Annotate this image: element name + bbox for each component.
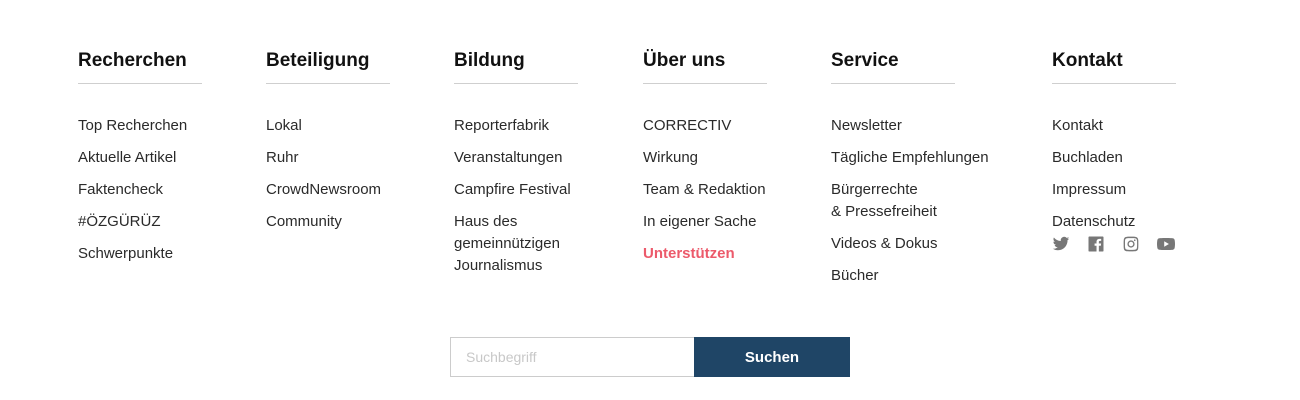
footer-column-ueber-uns: Über uns CORRECTIV Wirkung Team & Redakt… [643, 48, 767, 275]
link-datenschutz[interactable]: Datenschutz [1052, 211, 1176, 233]
column-title-bildung: Bildung [454, 50, 525, 71]
link-wirkung[interactable]: Wirkung [643, 147, 767, 169]
social-links [1052, 235, 1176, 253]
link-videos-dokus[interactable]: Videos & Dokus [831, 233, 989, 255]
link-in-eigener-sache[interactable]: In eigener Sache [643, 211, 767, 233]
twitter-icon[interactable] [1052, 235, 1070, 253]
link-taegliche-empfehlungen[interactable]: Tägliche Empfehlungen [831, 147, 989, 169]
link-newsletter[interactable]: Newsletter [831, 115, 989, 137]
link-kontakt[interactable]: Kontakt [1052, 115, 1176, 137]
link-list-kontakt: Kontakt Buchladen Impressum Datenschutz [1052, 115, 1176, 233]
link-correctiv[interactable]: CORRECTIV [643, 115, 767, 137]
search-button[interactable]: Suchen [694, 337, 850, 377]
column-divider [266, 83, 390, 84]
link-faktencheck[interactable]: Faktencheck [78, 179, 202, 201]
link-impressum[interactable]: Impressum [1052, 179, 1176, 201]
instagram-icon[interactable] [1122, 235, 1140, 253]
column-title-ueber-uns: Über uns [643, 50, 726, 71]
link-list-recherchen: Top Recherchen Aktuelle Artikel Faktench… [78, 115, 202, 265]
link-list-beteiligung: Lokal Ruhr CrowdNewsroom Community [266, 115, 390, 233]
link-list-service: Newsletter Tägliche Empfehlungen Bürgerr… [831, 115, 989, 287]
footer-column-service: Service Newsletter Tägliche Empfehlungen… [831, 48, 989, 297]
link-buergerrechte[interactable]: Bürgerrechte & Pressefreiheit [831, 179, 989, 223]
link-buecher[interactable]: Bücher [831, 265, 989, 287]
footer-column-kontakt: Kontakt Kontakt Buchladen Impressum Date… [1052, 48, 1176, 253]
link-reporterfabrik[interactable]: Reporterfabrik [454, 115, 578, 137]
search-input[interactable] [450, 337, 694, 377]
column-divider [454, 83, 578, 84]
link-campfire-festival[interactable]: Campfire Festival [454, 179, 578, 201]
link-team-redaktion[interactable]: Team & Redaktion [643, 179, 767, 201]
search-form: Suchen [450, 337, 850, 377]
column-divider [1052, 83, 1176, 84]
link-veranstaltungen[interactable]: Veranstaltungen [454, 147, 578, 169]
column-divider [78, 83, 202, 84]
link-top-recherchen[interactable]: Top Recherchen [78, 115, 202, 137]
link-crowdnewsroom[interactable]: CrowdNewsroom [266, 179, 390, 201]
facebook-icon[interactable] [1087, 235, 1105, 253]
youtube-icon[interactable] [1157, 235, 1175, 253]
column-divider [831, 83, 955, 84]
link-list-bildung: Reporterfabrik Veranstaltungen Campfire … [454, 115, 578, 277]
link-aktuelle-artikel[interactable]: Aktuelle Artikel [78, 147, 202, 169]
link-community[interactable]: Community [266, 211, 390, 233]
link-ozguruz[interactable]: #ÖZGÜRÜZ [78, 211, 202, 233]
link-buchladen[interactable]: Buchladen [1052, 147, 1176, 169]
column-title-kontakt: Kontakt [1052, 50, 1123, 71]
column-title-beteiligung: Beteiligung [266, 50, 370, 71]
link-list-ueber-uns: CORRECTIV Wirkung Team & Redaktion In ei… [643, 115, 767, 265]
link-ruhr[interactable]: Ruhr [266, 147, 390, 169]
column-title-recherchen: Recherchen [78, 50, 187, 71]
link-lokal[interactable]: Lokal [266, 115, 390, 137]
link-unterstuetzen[interactable]: Unterstützen [643, 243, 767, 265]
footer-column-recherchen: Recherchen Top Recherchen Aktuelle Artik… [78, 48, 202, 275]
link-schwerpunkte[interactable]: Schwerpunkte [78, 243, 202, 265]
footer-column-bildung: Bildung Reporterfabrik Veranstaltungen C… [454, 48, 578, 287]
column-title-service: Service [831, 50, 899, 71]
column-divider [643, 83, 767, 84]
link-haus-des-journalismus[interactable]: Haus des gemeinnützigen Journalismus [454, 211, 578, 277]
footer-column-beteiligung: Beteiligung Lokal Ruhr CrowdNewsroom Com… [266, 48, 390, 243]
